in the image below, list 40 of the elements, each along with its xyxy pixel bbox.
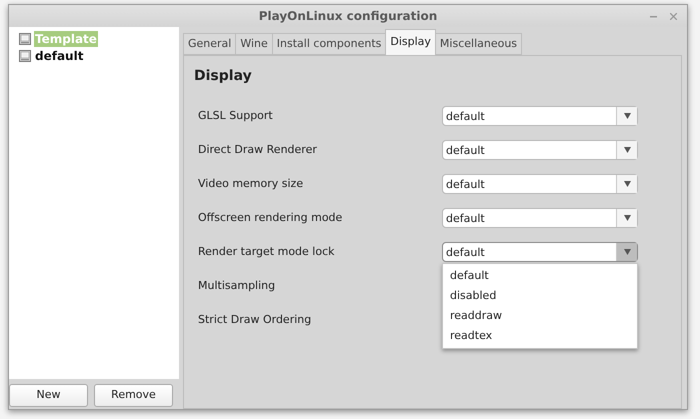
- sidebar-button[interactable]: Remove: [94, 384, 173, 407]
- tab[interactable]: Wine: [235, 33, 273, 55]
- tab[interactable]: Miscellaneous: [434, 33, 522, 55]
- chip-icon: [19, 32, 31, 44]
- window-title: PlayOnLinux configuration: [258, 8, 438, 25]
- dropdown-value: default: [445, 110, 486, 122]
- dropdown-option[interactable]: disabled: [443, 286, 637, 306]
- caret-icon: [624, 215, 630, 221]
- setting-label: Render target mode lock: [198, 244, 336, 260]
- tab[interactable]: General: [183, 33, 236, 55]
- panel-title: Display: [194, 67, 253, 86]
- setting-label: Strict Draw Ordering: [198, 312, 312, 328]
- dropdown-option[interactable]: default: [443, 266, 637, 286]
- setting-label: Direct Draw Renderer: [198, 142, 318, 158]
- setting-label: Video memory size: [198, 176, 304, 192]
- close-icon[interactable]: [670, 13, 677, 20]
- tab[interactable]: Display: [385, 29, 436, 55]
- dropdown-option[interactable]: readtex: [443, 326, 637, 346]
- setting-label: Multisampling: [198, 278, 276, 294]
- dropdown-value: default: [445, 144, 486, 156]
- dropdown-field[interactable]: default: [442, 242, 638, 262]
- sidebar-button[interactable]: New: [9, 384, 88, 407]
- caret-icon: [624, 181, 630, 187]
- caret-icon: [624, 113, 630, 119]
- dropdown-field[interactable]: default: [442, 174, 638, 194]
- setting-label: GLSL Support: [198, 108, 274, 124]
- caret-icon: [624, 249, 630, 255]
- dropdown-field[interactable]: default: [442, 208, 638, 228]
- tab[interactable]: Install components: [272, 33, 386, 55]
- caret-icon: [624, 147, 630, 153]
- dropdown-option[interactable]: readdraw: [443, 306, 637, 326]
- dropdown-field[interactable]: default: [442, 140, 638, 160]
- minimize-icon[interactable]: [650, 16, 657, 18]
- dropdown-field[interactable]: default: [442, 106, 638, 126]
- setting-label: Offscreen rendering mode: [198, 210, 344, 226]
- config-item[interactable]: default: [34, 48, 84, 64]
- dropdown-value: default: [445, 212, 486, 224]
- dropdown-value: default: [445, 178, 486, 190]
- chip-icon: [19, 50, 31, 62]
- dropdown-value: default: [445, 246, 486, 258]
